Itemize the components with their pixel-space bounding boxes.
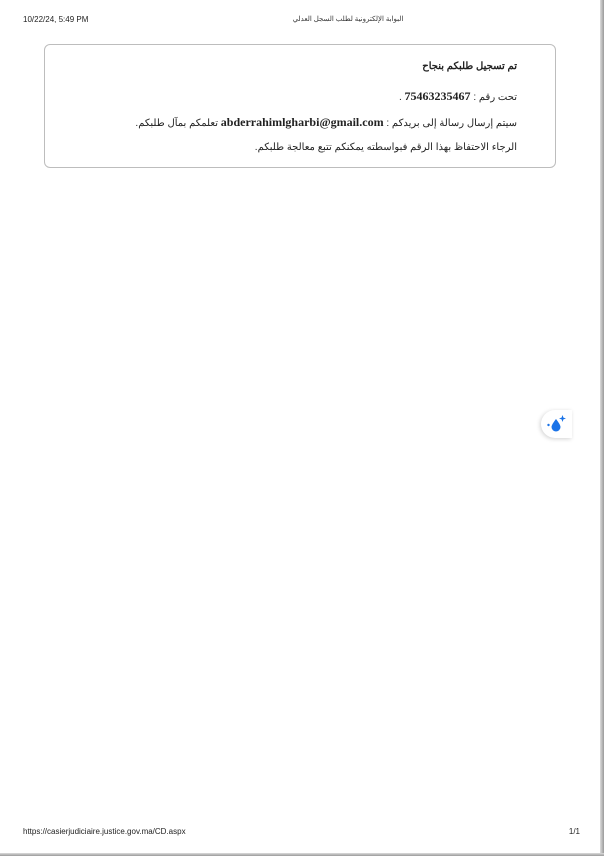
email-suffix: تعلمكم بمآل طلبكم. bbox=[135, 118, 218, 129]
email-line: سيتم إرسال رسالة إلى بريدكم : abderrahim… bbox=[65, 115, 517, 131]
print-header-date: 10/22/24, 5:49 PM bbox=[23, 15, 89, 24]
print-footer-url: https://casierjudiciaire.justice.gov.ma/… bbox=[23, 827, 186, 836]
request-number-line: تحت رقم : 75463235467 . bbox=[65, 89, 517, 105]
print-header-title: البوابة الإلكترونية لطلب السجل العدلي bbox=[292, 16, 404, 23]
request-number-suffix: . bbox=[398, 92, 402, 103]
request-number-label: تحت رقم : bbox=[473, 92, 517, 103]
page-edge-right bbox=[600, 0, 604, 856]
sparkle-drop-icon bbox=[547, 415, 566, 432]
confirmation-card: تم تسجيل طلبكم بنجاح تحت رقم : 754632354… bbox=[44, 44, 556, 168]
request-number: 75463235467 bbox=[404, 89, 471, 103]
confirmation-title: تم تسجيل طلبكم بنجاح bbox=[422, 61, 517, 72]
print-footer-page-number: 1/1 bbox=[568, 827, 580, 836]
floating-assistant-button[interactable] bbox=[541, 410, 572, 438]
email-label: سيتم إرسال رسالة إلى بريدكم : bbox=[386, 118, 517, 129]
keep-number-notice: الرجاء الاحتفاظ بهذا الرقم فبواسطته يمكن… bbox=[254, 142, 517, 153]
email-address: abderrahimlgharbi@gmail.com bbox=[220, 115, 384, 129]
